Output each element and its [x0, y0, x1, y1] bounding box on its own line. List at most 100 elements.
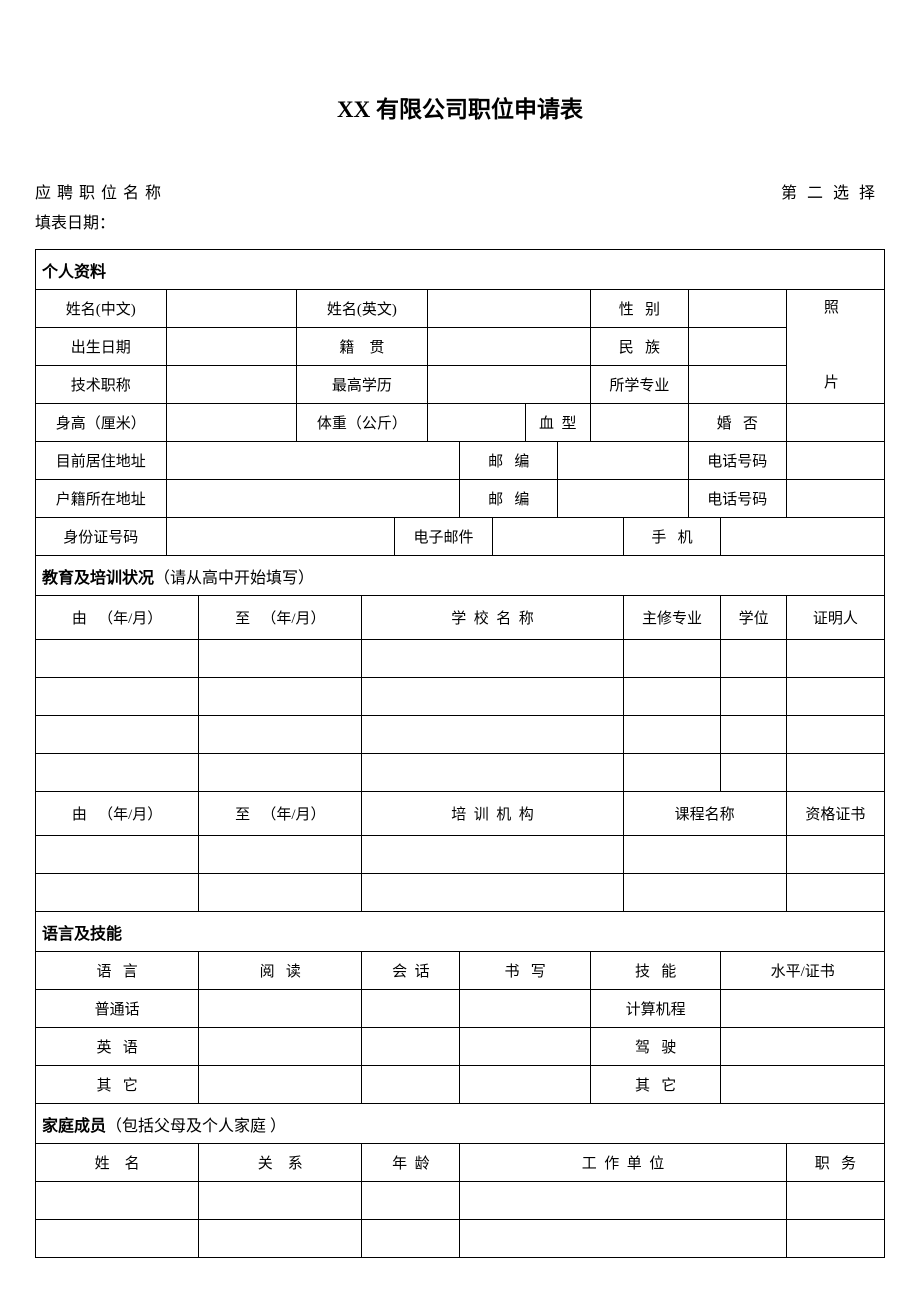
edu-row-2 — [36, 678, 885, 716]
field-id-number[interactable] — [166, 518, 394, 556]
lang-col-language: 语 言 — [36, 952, 199, 990]
lang-col-write: 书 写 — [460, 952, 591, 990]
row-lang-header: 语 言 阅 读 会 话 书 写 技 能 水平/证书 — [36, 952, 885, 990]
label-name-cn: 姓名(中文) — [36, 290, 167, 328]
field-origin[interactable] — [427, 328, 590, 366]
application-table: 个人资料 姓名(中文) 姓名(英文) 性 别 照片 出生日期 籍 贯 民 族 技… — [35, 249, 885, 1258]
field-marital[interactable] — [786, 404, 884, 442]
form-date-label: 填表日期： — [35, 209, 885, 233]
lang-row-english: 英 语 驾 驶 — [36, 1028, 885, 1066]
section-family: 家庭成员（包括父母及个人家庭 ） — [36, 1104, 885, 1144]
section-personal: 个人资料 — [36, 250, 885, 290]
field-name-en[interactable] — [427, 290, 590, 328]
label-tech-title: 技术职称 — [36, 366, 167, 404]
second-choice-label: 第二选择 — [781, 179, 885, 203]
label-postcode-2: 邮 编 — [460, 480, 558, 518]
field-birth[interactable] — [166, 328, 297, 366]
label-height: 身高（厘米） — [36, 404, 167, 442]
family-col-work: 工 作 单 位 — [460, 1144, 786, 1182]
edu-row-4 — [36, 754, 885, 792]
label-computer: 计算机程 — [590, 990, 721, 1028]
field-major[interactable] — [688, 366, 786, 404]
field-blood[interactable] — [590, 404, 688, 442]
family-col-relation: 关 系 — [199, 1144, 362, 1182]
label-email: 电子邮件 — [395, 518, 493, 556]
field-tech-title[interactable] — [166, 366, 297, 404]
label-blood: 血 型 — [525, 404, 590, 442]
label-origin: 籍 贯 — [297, 328, 428, 366]
label-hukou-addr: 户籍所在地址 — [36, 480, 167, 518]
label-marital: 婚 否 — [688, 404, 786, 442]
row-edu-header: 由 （年/月） 至 （年/月） 学 校 名 称 主修专业 学位 证明人 — [36, 596, 885, 640]
section-language: 语言及技能 — [36, 912, 885, 952]
page-title: XX 有限公司职位申请表 — [35, 90, 885, 124]
lang-col-level: 水平/证书 — [721, 952, 885, 990]
row-height: 身高（厘米） 体重（公斤） 血 型 婚 否 — [36, 404, 885, 442]
section-education: 教育及培训状况（请从高中开始填写） — [36, 556, 885, 596]
field-phone-1[interactable] — [786, 442, 884, 480]
label-ethnicity: 民 族 — [590, 328, 688, 366]
label-gender: 性 别 — [590, 290, 688, 328]
field-postcode-2[interactable] — [558, 480, 689, 518]
label-weight: 体重（公斤） — [297, 404, 428, 442]
field-height[interactable] — [166, 404, 297, 442]
training-col-cert: 资格证书 — [786, 792, 884, 836]
family-col-age: 年 龄 — [362, 1144, 460, 1182]
field-email[interactable] — [492, 518, 623, 556]
row-training-header: 由 （年/月） 至 （年/月） 培 训 机 构 课程名称 资格证书 — [36, 792, 885, 836]
field-phone-2[interactable] — [786, 480, 884, 518]
label-lang-other: 其 它 — [36, 1066, 199, 1104]
lang-col-speak: 会 话 — [362, 952, 460, 990]
family-col-name: 姓 名 — [36, 1144, 199, 1182]
label-name-en: 姓名(英文) — [297, 290, 428, 328]
lang-row-other: 其 它 其 它 — [36, 1066, 885, 1104]
row-tech-title: 技术职称 最高学历 所学专业 — [36, 366, 885, 404]
label-phone-2: 电话号码 — [688, 480, 786, 518]
label-current-addr: 目前居住地址 — [36, 442, 167, 480]
edu-col-from: 由 （年/月） — [36, 596, 199, 640]
label-phone-1: 电话号码 — [688, 442, 786, 480]
field-gender[interactable] — [688, 290, 786, 328]
training-col-from: 由 （年/月） — [36, 792, 199, 836]
family-col-position: 职 务 — [786, 1144, 884, 1182]
lang-row-mandarin: 普通话 计算机程 — [36, 990, 885, 1028]
row-birth: 出生日期 籍 贯 民 族 — [36, 328, 885, 366]
training-col-to: 至 （年/月） — [199, 792, 362, 836]
label-birth: 出生日期 — [36, 328, 167, 366]
edu-col-reference: 证明人 — [786, 596, 884, 640]
position-label: 应聘职位名称 — [35, 179, 167, 203]
field-education[interactable] — [427, 366, 590, 404]
label-major: 所学专业 — [590, 366, 688, 404]
edu-col-to: 至 （年/月） — [199, 596, 362, 640]
label-skill-other: 其 它 — [590, 1066, 721, 1104]
edu-col-degree: 学位 — [721, 596, 786, 640]
pre-header: 应聘职位名称 第二选择 — [35, 179, 885, 203]
label-driving: 驾 驶 — [590, 1028, 721, 1066]
field-ethnicity[interactable] — [688, 328, 786, 366]
label-id-number: 身份证号码 — [36, 518, 167, 556]
training-col-org: 培 训 机 构 — [362, 792, 623, 836]
field-hukou-addr[interactable] — [166, 480, 460, 518]
family-row-2 — [36, 1220, 885, 1258]
family-row-1 — [36, 1182, 885, 1220]
training-col-course: 课程名称 — [623, 792, 786, 836]
row-family-header: 姓 名 关 系 年 龄 工 作 单 位 职 务 — [36, 1144, 885, 1182]
label-mandarin: 普通话 — [36, 990, 199, 1028]
field-current-addr[interactable] — [166, 442, 460, 480]
field-name-cn[interactable] — [166, 290, 297, 328]
label-mobile: 手 机 — [623, 518, 721, 556]
training-row-1 — [36, 836, 885, 874]
edu-row-1 — [36, 640, 885, 678]
label-english: 英 语 — [36, 1028, 199, 1066]
field-weight[interactable] — [427, 404, 525, 442]
training-row-2 — [36, 874, 885, 912]
field-mobile[interactable] — [721, 518, 885, 556]
edu-col-major: 主修专业 — [623, 596, 721, 640]
row-hukou-addr: 户籍所在地址 邮 编 电话号码 — [36, 480, 885, 518]
row-current-addr: 目前居住地址 邮 编 电话号码 — [36, 442, 885, 480]
field-postcode-1[interactable] — [558, 442, 689, 480]
row-id: 身份证号码 电子邮件 手 机 — [36, 518, 885, 556]
label-education: 最高学历 — [297, 366, 428, 404]
row-name: 姓名(中文) 姓名(英文) 性 别 照片 — [36, 290, 885, 328]
lang-col-read: 阅 读 — [199, 952, 362, 990]
